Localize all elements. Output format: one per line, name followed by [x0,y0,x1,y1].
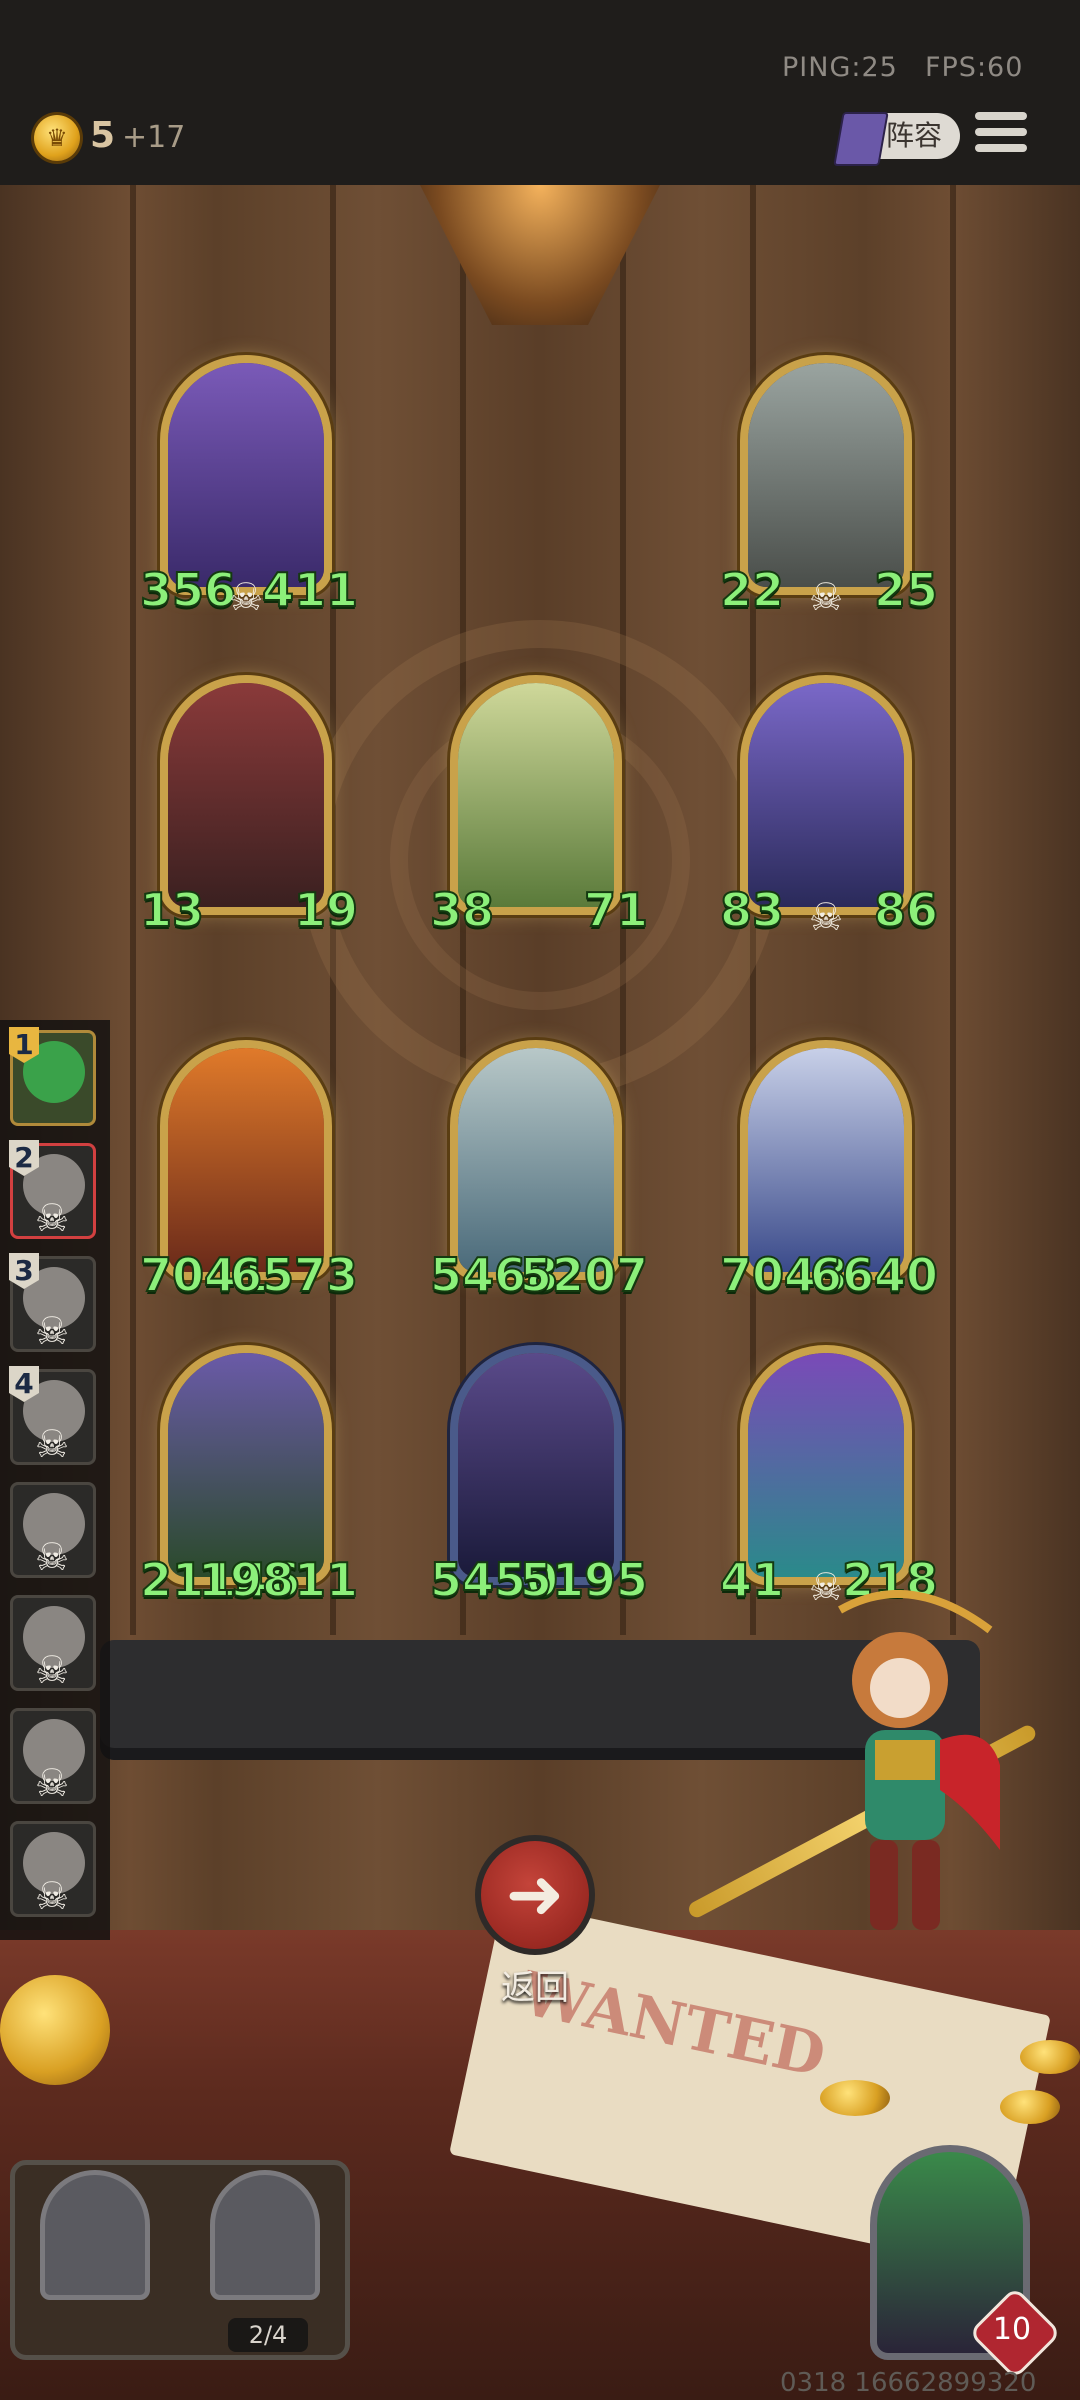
hero-health: 5195 [519,1552,649,1608]
hero-portrait [748,1048,904,1272]
hero-attack: 38 [429,882,495,938]
hero-health: 411 [261,562,359,618]
hero-portrait [168,363,324,587]
bench-slot[interactable] [210,2170,320,2300]
hero-health: 6573 [229,1247,359,1303]
monkey-king-hero[interactable] [820,1590,1000,1960]
hero-health: 19 [293,882,359,938]
hero-card[interactable]: 13 19 [139,675,359,938]
back-button[interactable]: ➜ [475,1835,595,1955]
skull-icon: ☠ [35,1309,70,1353]
skull-icon: ☠ [35,1761,70,1805]
hero-card[interactable]: 21146 19811 [139,1345,359,1608]
skull-icon: ☠ [35,1874,70,1918]
hero-card[interactable]: 5450 5195 [429,1345,649,1608]
hero-portrait [458,683,614,907]
hero-portrait [458,1048,614,1272]
level-number: 10 [992,2312,1032,2347]
crown-coin-icon: ♛ [34,115,80,161]
skull-icon: ☠ [35,1196,70,1240]
player-slot[interactable]: ☠ [10,1595,96,1692]
hero-attack: 22 [719,562,785,618]
player-slot[interactable]: ☠ [10,1482,96,1579]
player-slot[interactable]: ☠ [10,1821,96,1918]
hero-portrait [748,1353,904,1577]
skull-icon: ☠ [808,575,844,619]
back-label: 返回 [501,1968,569,2008]
player-list: 1 ☠ 2 ☠ 3 ☠ 4 ☠ ☠ ☠ ☠ [0,1020,110,1940]
hero-health: 86 [873,882,939,938]
gold-amount: 5 [90,115,116,156]
skull-icon: ☠ [808,895,844,939]
hero-health: 25 [873,562,939,618]
hero-portrait [168,1353,324,1577]
hero-card[interactable]: 38 71 [429,675,649,938]
hero-portrait [748,683,904,907]
hero-portrait [458,1353,614,1577]
hero-card[interactable]: 7043 6640 [719,1040,939,1303]
hero-card[interactable]: 22 25 ☠ [719,355,939,618]
gold-income: +17 [122,120,186,155]
hero-attack: 83 [719,882,785,938]
bench-count: 2/4 [228,2318,308,2352]
skull-icon: ☠ [228,575,264,619]
player-slot[interactable]: 1 [9,1027,96,1126]
hero-health: 5207 [519,1247,649,1303]
ping-readout: PING:25 [782,52,898,83]
skull-icon: ☠ [35,1648,70,1692]
coin-pile [0,1975,110,2085]
player-slot[interactable]: ☠ 4 [9,1366,96,1466]
hero-attack: 13 [139,882,205,938]
hero-portrait [748,363,904,587]
hero-card[interactable]: 41 218 ☠ [719,1345,939,1608]
bench-slot[interactable] [40,2170,150,2300]
player-slot[interactable]: ☠ 3 [9,1253,96,1353]
hero-card[interactable]: 83 86 ☠ [719,675,939,938]
hero-health: 71 [583,882,649,938]
hero-card[interactable]: 5468 5207 [429,1040,649,1303]
fps-readout: FPS:60 [925,52,1024,83]
skull-icon: ☠ [35,1422,70,1466]
hero-attack: 41 [719,1552,785,1608]
hero-attack: 356 [139,562,237,618]
arrow-left-icon: ➜ [505,1853,565,1935]
hero-card[interactable]: 356 411 ☠ [139,355,359,618]
menu-icon [975,112,1027,120]
hero-portrait [168,1048,324,1272]
menu-button[interactable] [975,112,1027,158]
serial-number: 0318 16662899320 [780,2368,1037,2398]
player-slot[interactable]: ☠ [10,1708,96,1805]
skull-icon: ☠ [35,1535,70,1579]
hero-portrait [168,683,324,907]
player-slot[interactable]: ☠ 2 [9,1140,96,1240]
hero-health: 6640 [809,1247,939,1303]
hero-card[interactable]: 7041 6573 [139,1040,359,1303]
hero-health: 19811 [197,1552,359,1608]
book-icon [833,112,889,166]
